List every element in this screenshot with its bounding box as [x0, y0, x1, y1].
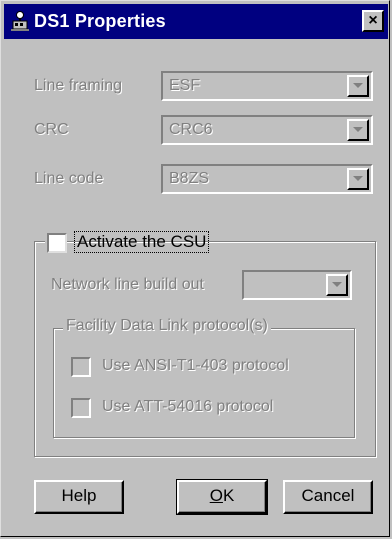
line-framing-select[interactable]: ESF	[161, 71, 373, 101]
att-checkbox[interactable]	[71, 398, 91, 418]
network-lbo-dropdown-button[interactable]	[326, 274, 348, 296]
line-framing-label: Line framing	[34, 77, 123, 94]
network-lbo-select[interactable]	[242, 270, 352, 300]
network-card-icon	[9, 10, 31, 32]
ok-mnemonic: O	[209, 486, 223, 505]
crc-value: CRC6	[169, 121, 213, 138]
crc-label: CRC	[34, 121, 69, 138]
chevron-down-icon	[353, 176, 363, 181]
cancel-button-label: Cancel	[301, 486, 355, 505]
ansi-checkbox[interactable]	[71, 357, 91, 377]
help-button-label: Help	[61, 486, 97, 505]
dialog-title: DS1 Properties	[34, 11, 166, 31]
line-code-label: Line code	[34, 170, 104, 187]
line-code-dropdown-button[interactable]	[347, 168, 369, 190]
cancel-button[interactable]: Cancel	[283, 480, 373, 514]
close-button[interactable]: ×	[362, 10, 384, 32]
close-icon: ×	[368, 12, 378, 29]
ansi-label: Use ANSI-T1-403 protocol	[102, 357, 289, 374]
activate-csu-label[interactable]: Activate the CSU	[73, 231, 210, 253]
ok-button[interactable]: OK	[176, 479, 268, 515]
att-label: Use ATT-54016 protocol	[102, 398, 274, 415]
line-framing-dropdown-button[interactable]	[347, 75, 369, 97]
fdl-groupbox	[53, 328, 355, 438]
chevron-down-icon	[332, 282, 342, 287]
crc-dropdown-button[interactable]	[347, 119, 369, 141]
line-code-select[interactable]: B8ZS	[161, 164, 373, 194]
activate-csu-checkbox[interactable]	[47, 233, 67, 253]
line-code-value: B8ZS	[169, 170, 210, 187]
line-framing-value: ESF	[169, 77, 201, 94]
fdl-group-label: Facility Data Link protocol(s)	[63, 317, 271, 335]
dialog-window: DS1 Properties × Line framing ESF CRC CR…	[0, 0, 390, 537]
ok-button-label: K	[222, 486, 235, 505]
chevron-down-icon	[353, 127, 363, 132]
network-lbo-label: Network line build out	[51, 276, 204, 293]
title-bar[interactable]: DS1 Properties ×	[4, 4, 388, 39]
crc-select[interactable]: CRC6	[161, 115, 373, 145]
help-button[interactable]: Help	[34, 480, 124, 514]
chevron-down-icon	[353, 83, 363, 88]
csu-checkbox-row[interactable]: Activate the CSU	[45, 230, 210, 256]
